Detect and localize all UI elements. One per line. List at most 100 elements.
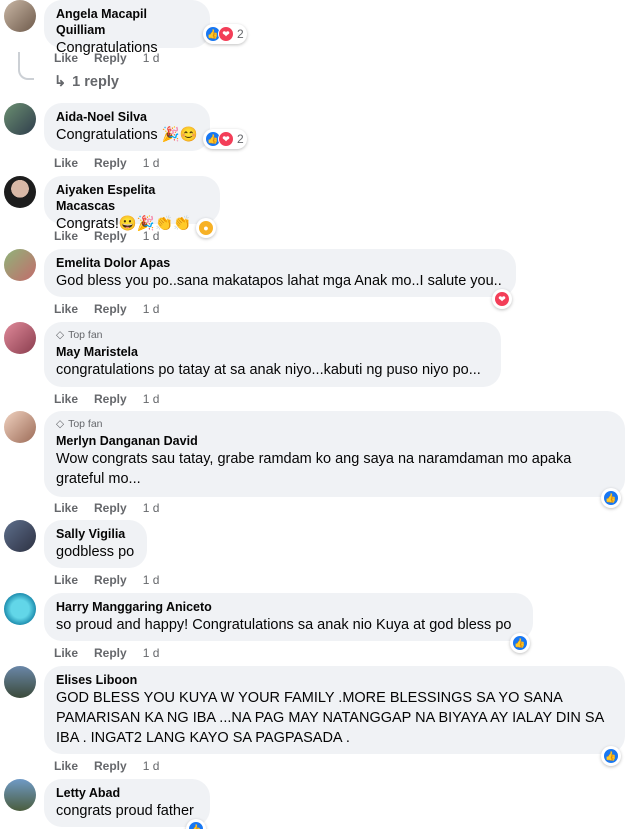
avatar[interactable] bbox=[4, 0, 36, 32]
reaction-summary[interactable]: 👍 bbox=[601, 488, 621, 508]
comment-text-line: PAMARISAN KA NG IBA ...NA PAG MAY NATANG… bbox=[56, 710, 605, 726]
comment-author[interactable]: Harry Manggaring Aniceto bbox=[56, 599, 521, 615]
comment-time[interactable]: 1 d bbox=[143, 501, 160, 515]
like-button[interactable]: Like bbox=[54, 51, 78, 65]
comment-author[interactable]: Letty Abad bbox=[56, 785, 198, 801]
avatar[interactable] bbox=[4, 103, 36, 135]
like-button[interactable]: Like bbox=[54, 759, 78, 773]
like-button[interactable]: Like bbox=[54, 302, 78, 316]
thumbs-up-icon: 👍 bbox=[603, 748, 619, 764]
replies-count-label: 1 reply bbox=[72, 74, 119, 90]
reply-button[interactable]: Reply bbox=[94, 156, 127, 170]
comment-actions: Like Reply 1 d bbox=[54, 302, 159, 316]
comment-author[interactable]: Emelita Dolor Apas bbox=[56, 255, 504, 271]
top-fan-label: Top fan bbox=[68, 329, 103, 341]
comment-actions: Like Reply 1 d bbox=[54, 759, 159, 773]
reply-button[interactable]: Reply bbox=[94, 501, 127, 515]
comment-bubble: Aiyaken Espelita Macascas Congrats!😀🎉👏👏 bbox=[44, 176, 220, 232]
comment-author[interactable]: Aida-Noel Silva bbox=[56, 109, 198, 125]
comment-bubble: Harry Manggaring Aniceto so proud and ha… bbox=[44, 593, 533, 641]
heart-icon: ❤ bbox=[218, 131, 234, 147]
comment-time[interactable]: 1 d bbox=[143, 759, 160, 773]
like-button[interactable]: Like bbox=[54, 229, 78, 243]
diamond-icon: ◇ bbox=[56, 329, 65, 341]
comment-time[interactable]: 1 d bbox=[143, 302, 160, 316]
heart-icon: ❤ bbox=[218, 26, 234, 42]
comment-actions: Like Reply 1 d bbox=[54, 156, 159, 170]
comment-author[interactable]: Sally Vigilia bbox=[56, 526, 135, 542]
top-fan-badge: ◇ Top fan bbox=[56, 328, 489, 342]
like-button[interactable]: Like bbox=[54, 392, 78, 406]
comment-bubble: Aida-Noel Silva Congratulations 🎉😊 bbox=[44, 103, 210, 151]
avatar[interactable] bbox=[4, 249, 36, 281]
comment-bubble: Emelita Dolor Apas God bless you po..san… bbox=[44, 249, 516, 297]
reply-thread-line bbox=[18, 52, 34, 80]
reply-button[interactable]: Reply bbox=[94, 573, 127, 587]
avatar[interactable] bbox=[4, 411, 36, 443]
avatar[interactable] bbox=[4, 322, 36, 354]
thumbs-up-icon: 👍 bbox=[603, 490, 619, 506]
heart-icon: ❤ bbox=[494, 291, 510, 307]
avatar[interactable] bbox=[4, 520, 36, 552]
comment-author[interactable]: Aiyaken Espelita Macascas bbox=[56, 182, 208, 214]
comment-actions: Like Reply 1 d bbox=[54, 392, 159, 406]
reaction-summary[interactable]: 👍 bbox=[510, 633, 530, 653]
comment-time[interactable]: 1 d bbox=[143, 646, 160, 660]
comment-text: so proud and happy! Congratulations sa a… bbox=[56, 617, 512, 633]
comment-actions: Like Reply 1 d bbox=[54, 51, 159, 65]
reaction-summary[interactable]: 👍 bbox=[601, 746, 621, 766]
reaction-summary[interactable]: ● bbox=[196, 218, 216, 238]
comment-text: God bless you po..sana makatapos lahat m… bbox=[56, 273, 502, 289]
comment-text-line: Wow congrats sau tatay, grabe ramdam ko … bbox=[56, 451, 572, 467]
comment-text: congrats proud father bbox=[56, 803, 194, 819]
like-button[interactable]: Like bbox=[54, 573, 78, 587]
avatar[interactable] bbox=[4, 779, 36, 811]
reply-button[interactable]: Reply bbox=[94, 759, 127, 773]
comment-text-line: grateful mo... bbox=[56, 471, 141, 487]
reaction-count: 2 bbox=[237, 132, 244, 146]
comment-time[interactable]: 1 d bbox=[143, 229, 160, 243]
reply-button[interactable]: Reply bbox=[94, 392, 127, 406]
reaction-summary[interactable]: ❤ bbox=[492, 289, 512, 309]
comment-author[interactable]: Elises Liboon bbox=[56, 672, 613, 688]
top-fan-label: Top fan bbox=[68, 418, 103, 430]
comment-author[interactable]: Merlyn Danganan David bbox=[56, 433, 613, 449]
thumbs-up-icon: 👍 bbox=[512, 635, 528, 651]
like-button[interactable]: Like bbox=[54, 646, 78, 660]
like-button[interactable]: Like bbox=[54, 156, 78, 170]
reply-button[interactable]: Reply bbox=[94, 302, 127, 316]
comment-author[interactable]: May Maristela bbox=[56, 344, 489, 360]
view-replies-link[interactable]: ↳ 1 reply bbox=[54, 74, 119, 90]
comment-bubble: ◇ Top fan May Maristela congratulations p… bbox=[44, 322, 501, 387]
reply-button[interactable]: Reply bbox=[94, 229, 127, 243]
thumbs-up-icon: 👍 bbox=[188, 821, 204, 829]
diamond-icon: ◇ bbox=[56, 418, 65, 430]
comment-time[interactable]: 1 d bbox=[143, 573, 160, 587]
comment-time[interactable]: 1 d bbox=[143, 156, 160, 170]
like-button[interactable]: Like bbox=[54, 501, 78, 515]
comment-text-line: IBA . INGAT2 LANG KAYO SA PAGPASADA . bbox=[56, 730, 350, 746]
reaction-summary[interactable]: 👍 ❤ 2 bbox=[203, 24, 247, 44]
wow-face-icon: ● bbox=[198, 220, 214, 236]
comment-time[interactable]: 1 d bbox=[143, 392, 160, 406]
comment-text: Congratulations 🎉😊 bbox=[56, 127, 198, 143]
comment-actions: Like Reply 1 d bbox=[54, 573, 159, 587]
avatar[interactable] bbox=[4, 593, 36, 625]
comment-text: congratulations po tatay at sa anak niyo… bbox=[56, 362, 481, 378]
reply-button[interactable]: Reply bbox=[94, 51, 127, 65]
reaction-summary[interactable]: 👍 ❤ 2 bbox=[203, 129, 247, 149]
reply-arrow-icon: ↳ bbox=[54, 74, 67, 90]
reaction-count: 2 bbox=[237, 27, 244, 41]
comment-author[interactable]: Angela Macapil Quilliam bbox=[56, 6, 198, 38]
comment-bubble: Letty Abad congrats proud father bbox=[44, 779, 210, 827]
avatar[interactable] bbox=[4, 176, 36, 208]
comment-bubble: Sally Vigilia godbless po bbox=[44, 520, 147, 568]
top-fan-badge: ◇ Top fan bbox=[56, 417, 613, 431]
comment-actions: Like Reply 1 d bbox=[54, 646, 159, 660]
reply-button[interactable]: Reply bbox=[94, 646, 127, 660]
avatar[interactable] bbox=[4, 666, 36, 698]
comment-time[interactable]: 1 d bbox=[143, 51, 160, 65]
comment-actions: Like Reply 1 d bbox=[54, 501, 159, 515]
comment-bubble: Elises Liboon GOD BLESS YOU KUYA W YOUR … bbox=[44, 666, 625, 754]
comment-text-line: GOD BLESS YOU KUYA W YOUR FAMILY .MORE B… bbox=[56, 690, 563, 706]
